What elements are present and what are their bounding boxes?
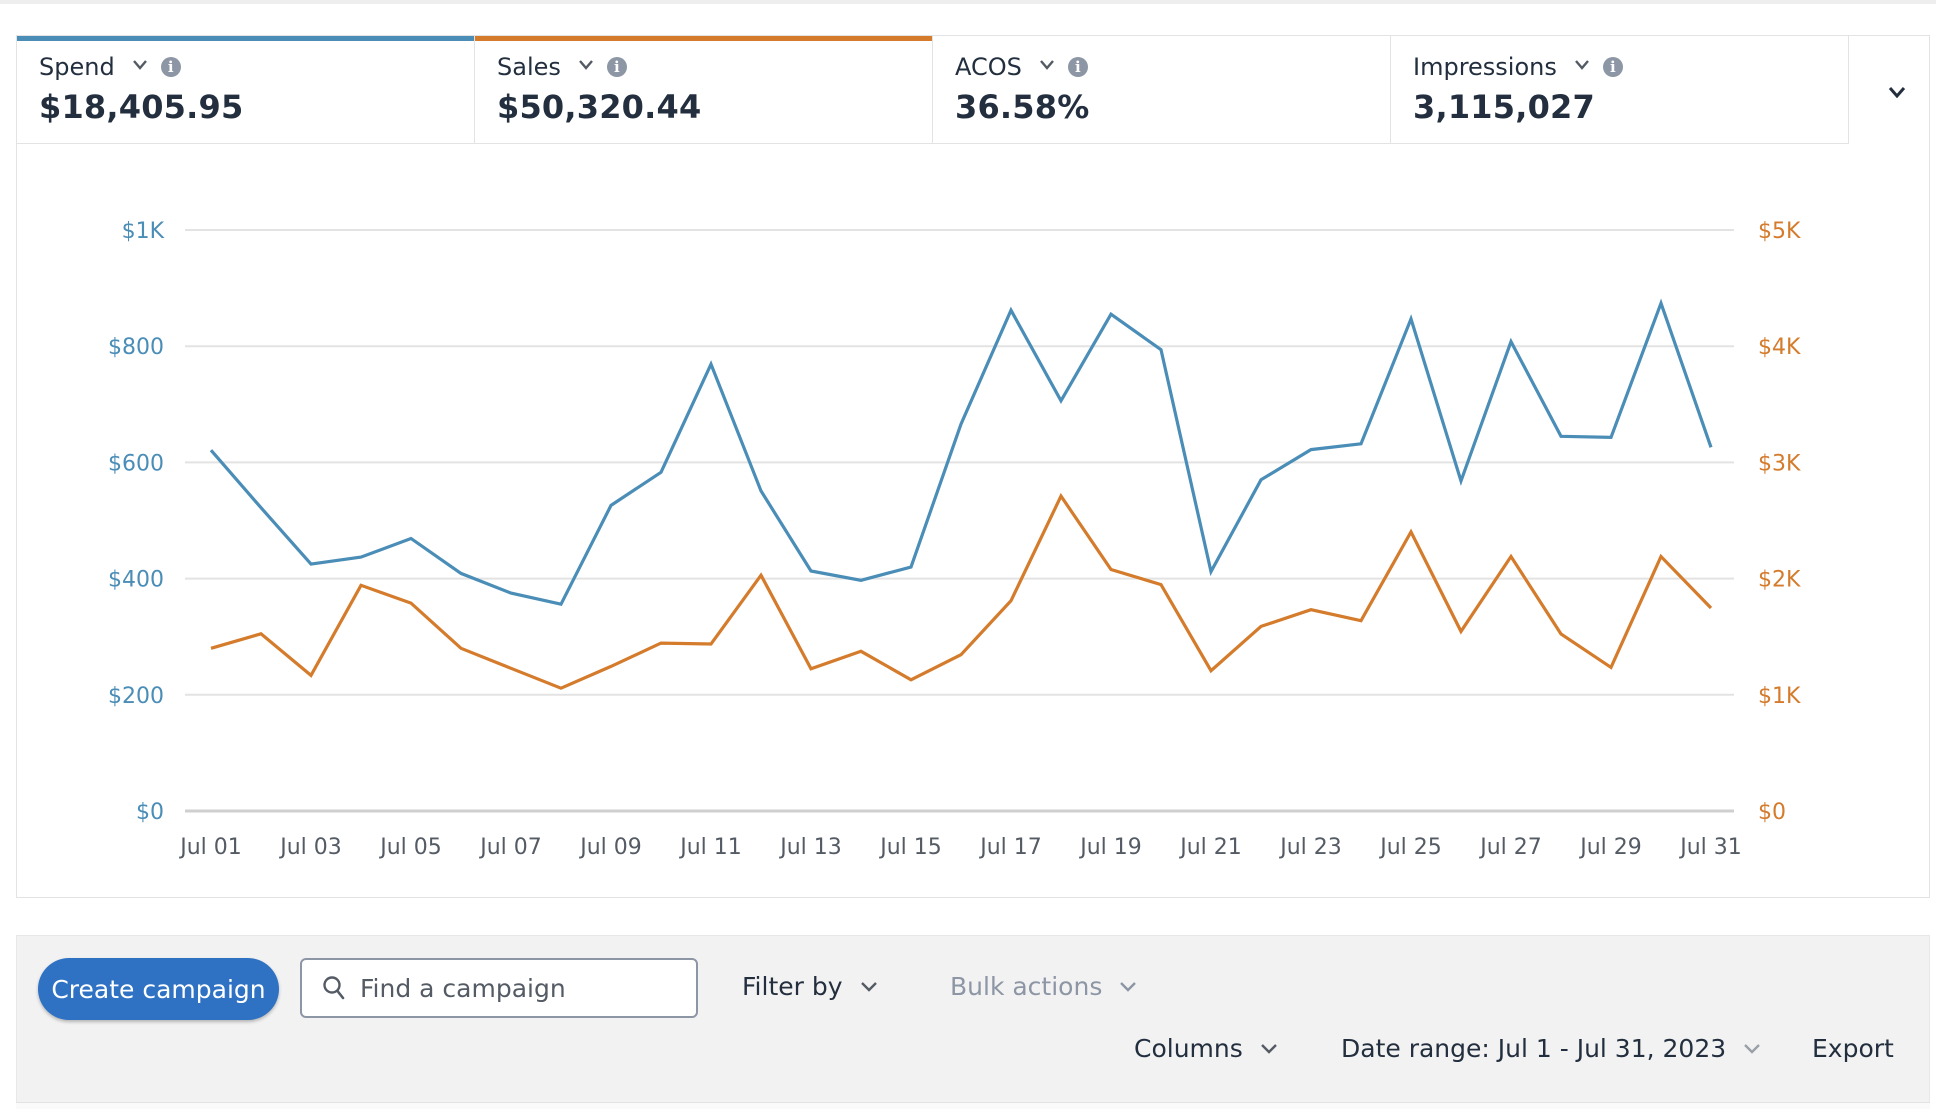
x-tick-label: Jul 19 [1078,835,1142,860]
date-range-dropdown[interactable]: Date range: Jul 1 - Jul 31, 2023 [1341,1034,1760,1063]
x-tick-label: Jul 23 [1278,835,1342,860]
y-right-tick-label: $0 [1758,800,1786,825]
search-icon [322,975,346,1001]
x-tick-label: Jul 21 [1178,835,1242,860]
chevron-down-icon [1120,982,1136,992]
x-tick-label: Jul 29 [1578,835,1642,860]
columns-dropdown[interactable]: Columns [1134,1034,1277,1063]
x-tick-label: Jul 03 [278,835,342,860]
chevron-down-icon [1744,1044,1760,1054]
x-tick-label: Jul 17 [978,835,1042,860]
date-range-label: Date range: Jul 1 - Jul 31, 2023 [1341,1034,1726,1063]
y-right-tick-label: $3K [1758,451,1801,476]
x-tick-label: Jul 13 [778,835,842,860]
y-left-tick-label: $800 [108,335,164,360]
x-tick-label: Jul 07 [478,835,542,860]
columns-label: Columns [1134,1034,1243,1063]
y-right-tick-label: $1K [1758,684,1801,709]
bulk-actions-label: Bulk actions [950,972,1102,1001]
x-tick-label: Jul 25 [1378,835,1442,860]
campaign-toolbar: Create campaign Filter by Bulk actions C… [16,935,1930,1108]
y-left-tick-label: $600 [108,451,164,476]
y-left-tick-label: $400 [108,568,164,593]
campaign-search [300,958,698,1018]
performance-card: Spend i $18,405.95 Sales i $50,320.44 AC… [16,35,1930,898]
search-input[interactable] [358,973,682,1004]
performance-chart: $0 $200 $400 $600 $800 $1K $0 $1K $2K $3K $4K $5K Ju… [17,36,1931,899]
chevron-down-icon [861,982,877,992]
x-tick-label: Jul 01 [178,835,242,860]
x-tick-label: Jul 15 [878,835,942,860]
y-right-tick-label: $5K [1758,219,1801,244]
bulk-actions-dropdown[interactable]: Bulk actions [950,972,1136,1001]
filter-by-label: Filter by [742,972,843,1001]
y-right-tick-label: $2K [1758,568,1801,593]
chevron-down-icon [1261,1044,1277,1054]
x-tick-label: Jul 05 [378,835,442,860]
create-campaign-button[interactable]: Create campaign [38,958,279,1020]
x-tick-label: Jul 11 [678,835,742,860]
export-button[interactable]: Export [1812,1034,1894,1063]
y-right-tick-label: $4K [1758,335,1801,360]
filter-by-dropdown[interactable]: Filter by [742,972,877,1001]
y-left-tick-label: $200 [108,684,164,709]
y-left-tick-label: $0 [136,800,164,825]
series-line-spend [211,303,1711,604]
top-divider [0,0,1936,4]
x-tick-label: Jul 09 [578,835,642,860]
x-tick-label: Jul 27 [1478,835,1542,860]
x-tick-label: Jul 31 [1678,835,1742,860]
y-left-tick-label: $1K [122,219,165,244]
series-line-sales [211,496,1711,688]
